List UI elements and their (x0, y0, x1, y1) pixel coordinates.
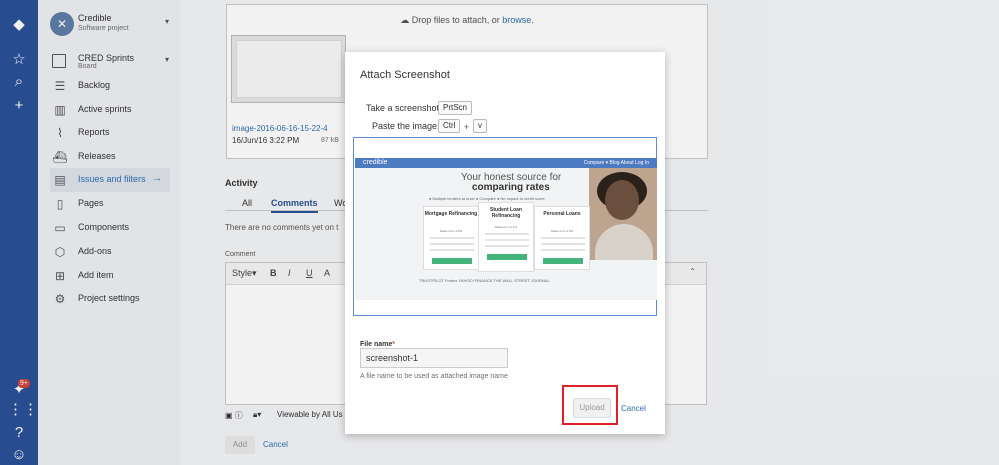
dialog-title: Attach Screenshot (360, 69, 450, 81)
card-line (485, 239, 529, 241)
paste-area[interactable]: credible Compare ▾ Blog About Log In You… (353, 137, 657, 316)
pasted-card-mortgage: Mortgage Refinancing Rates from 3.5% (423, 206, 479, 270)
file-name-label-text: File name (360, 341, 393, 348)
pasted-press-logos: TRUSTPILOT Forbes YAHOO! FINANCE THE WAL… (419, 278, 550, 283)
pasted-card-personal-loans: Personal Loans Rates from 4.9% (534, 206, 590, 270)
file-name-input[interactable] (360, 348, 508, 368)
take-screenshot-label: Take a screenshot: (366, 103, 442, 113)
card-line (485, 245, 529, 247)
card-line (541, 237, 585, 239)
card-line (541, 243, 585, 245)
file-name-help: A file name to be used as attached image… (360, 373, 508, 380)
card-button (543, 258, 583, 264)
v-key: v (473, 119, 487, 133)
card-line (430, 249, 474, 251)
card-line (430, 237, 474, 239)
card-subtitle: Rates from 3.5% (439, 229, 463, 233)
paste-image-label: Paste the image: (372, 121, 440, 131)
pasted-menu: Compare ▾ Blog About Log In (583, 160, 649, 166)
card-subtitle: Rates from 4.9% (550, 229, 574, 233)
dialog-cancel-link[interactable]: Cancel (621, 404, 646, 413)
card-subtitle: Rates from 2.1% (494, 225, 518, 229)
file-name-label: File name* (360, 341, 395, 348)
card-title: Mortgage Refinancing (424, 211, 478, 217)
ctrl-key: Ctrl (438, 119, 461, 133)
card-title: Student Loan Refinancing (490, 207, 522, 219)
upload-button[interactable]: Upload (573, 398, 611, 418)
pasted-image-preview: credible Compare ▾ Blog About Log In You… (355, 158, 657, 300)
card-title: Personal Loans (543, 211, 581, 217)
prtscn-key: PrtScn (438, 101, 473, 115)
pasted-site-header: credible Compare ▾ Blog About Log In (355, 158, 657, 168)
photo-body (595, 224, 653, 260)
card-button (487, 254, 527, 260)
photo-face (605, 180, 639, 220)
pasted-features: ● Multiple lenders at once ● Compare ● N… (429, 196, 545, 201)
card-line (541, 249, 585, 251)
required-asterisk: * (392, 341, 396, 348)
plus-sign: + (464, 122, 470, 132)
pasted-logo: credible (363, 159, 388, 166)
pasted-headline-bold: comparing rates (472, 182, 550, 193)
pasted-card-student-loan: Student Loan Refinancing Rates from 2.1% (478, 202, 534, 272)
card-line (485, 233, 529, 235)
pasted-photo (589, 168, 657, 260)
card-button (432, 258, 472, 264)
card-line (430, 243, 474, 245)
attach-screenshot-dialog: Attach Screenshot Take a screenshot: Prt… (345, 52, 665, 434)
